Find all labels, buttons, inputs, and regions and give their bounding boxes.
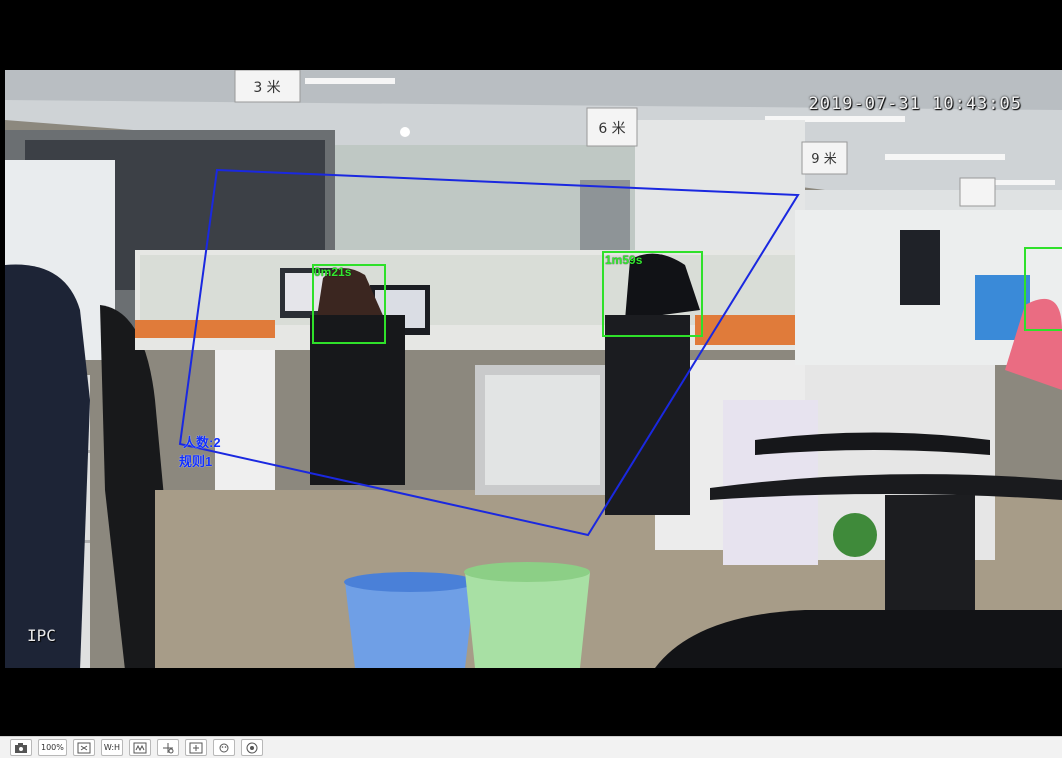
- aspect-ratio-button[interactable]: W:H: [100, 739, 124, 756]
- face-detect-button[interactable]: [213, 739, 236, 756]
- rule-name-label: 规则1: [179, 454, 213, 469]
- stream-select-button[interactable]: [129, 739, 152, 756]
- sign-9m: 9 米: [811, 152, 836, 167]
- fullscreen-icon: [246, 742, 258, 753]
- ptz-control-button[interactable]: [157, 739, 180, 756]
- stream-icon: [133, 742, 147, 753]
- ptz-arrows-icon: [163, 742, 174, 753]
- digital-zoom-button[interactable]: [185, 739, 208, 756]
- office-scene-image: 3 米 6 米 9 米: [5, 70, 1062, 668]
- video-player[interactable]: 3 米 6 米 9 米 0m21s 1m59s 人数:2 规则1 2019-07…: [0, 0, 1062, 736]
- osd-timestamp: 2019-07-31 10:43:05: [808, 94, 1022, 114]
- digital-zoom-icon: [189, 742, 203, 753]
- camera-icon: [15, 742, 27, 753]
- osd-camera-name: IPC: [27, 626, 56, 645]
- detection-label-2: 1m59s: [605, 253, 643, 267]
- people-count-label: 人数:2: [183, 435, 221, 450]
- sign-6m: 6 米: [598, 121, 625, 137]
- video-frame[interactable]: 3 米 6 米 9 米 0m21s 1m59s 人数:2 规则1 2019-07…: [5, 70, 1062, 668]
- snapshot-button[interactable]: [10, 739, 32, 756]
- detection-label-1: 0m21s: [314, 265, 352, 279]
- player-toolbar: 100% W:H: [0, 736, 1062, 758]
- fit-window-button[interactable]: [72, 739, 95, 756]
- fit-window-icon: [77, 742, 91, 753]
- sign-3m: 3 米: [253, 80, 280, 96]
- fullscreen-button[interactable]: [241, 739, 264, 756]
- face-detect-icon: [219, 743, 229, 752]
- zoom-100-button[interactable]: 100%: [38, 739, 67, 756]
